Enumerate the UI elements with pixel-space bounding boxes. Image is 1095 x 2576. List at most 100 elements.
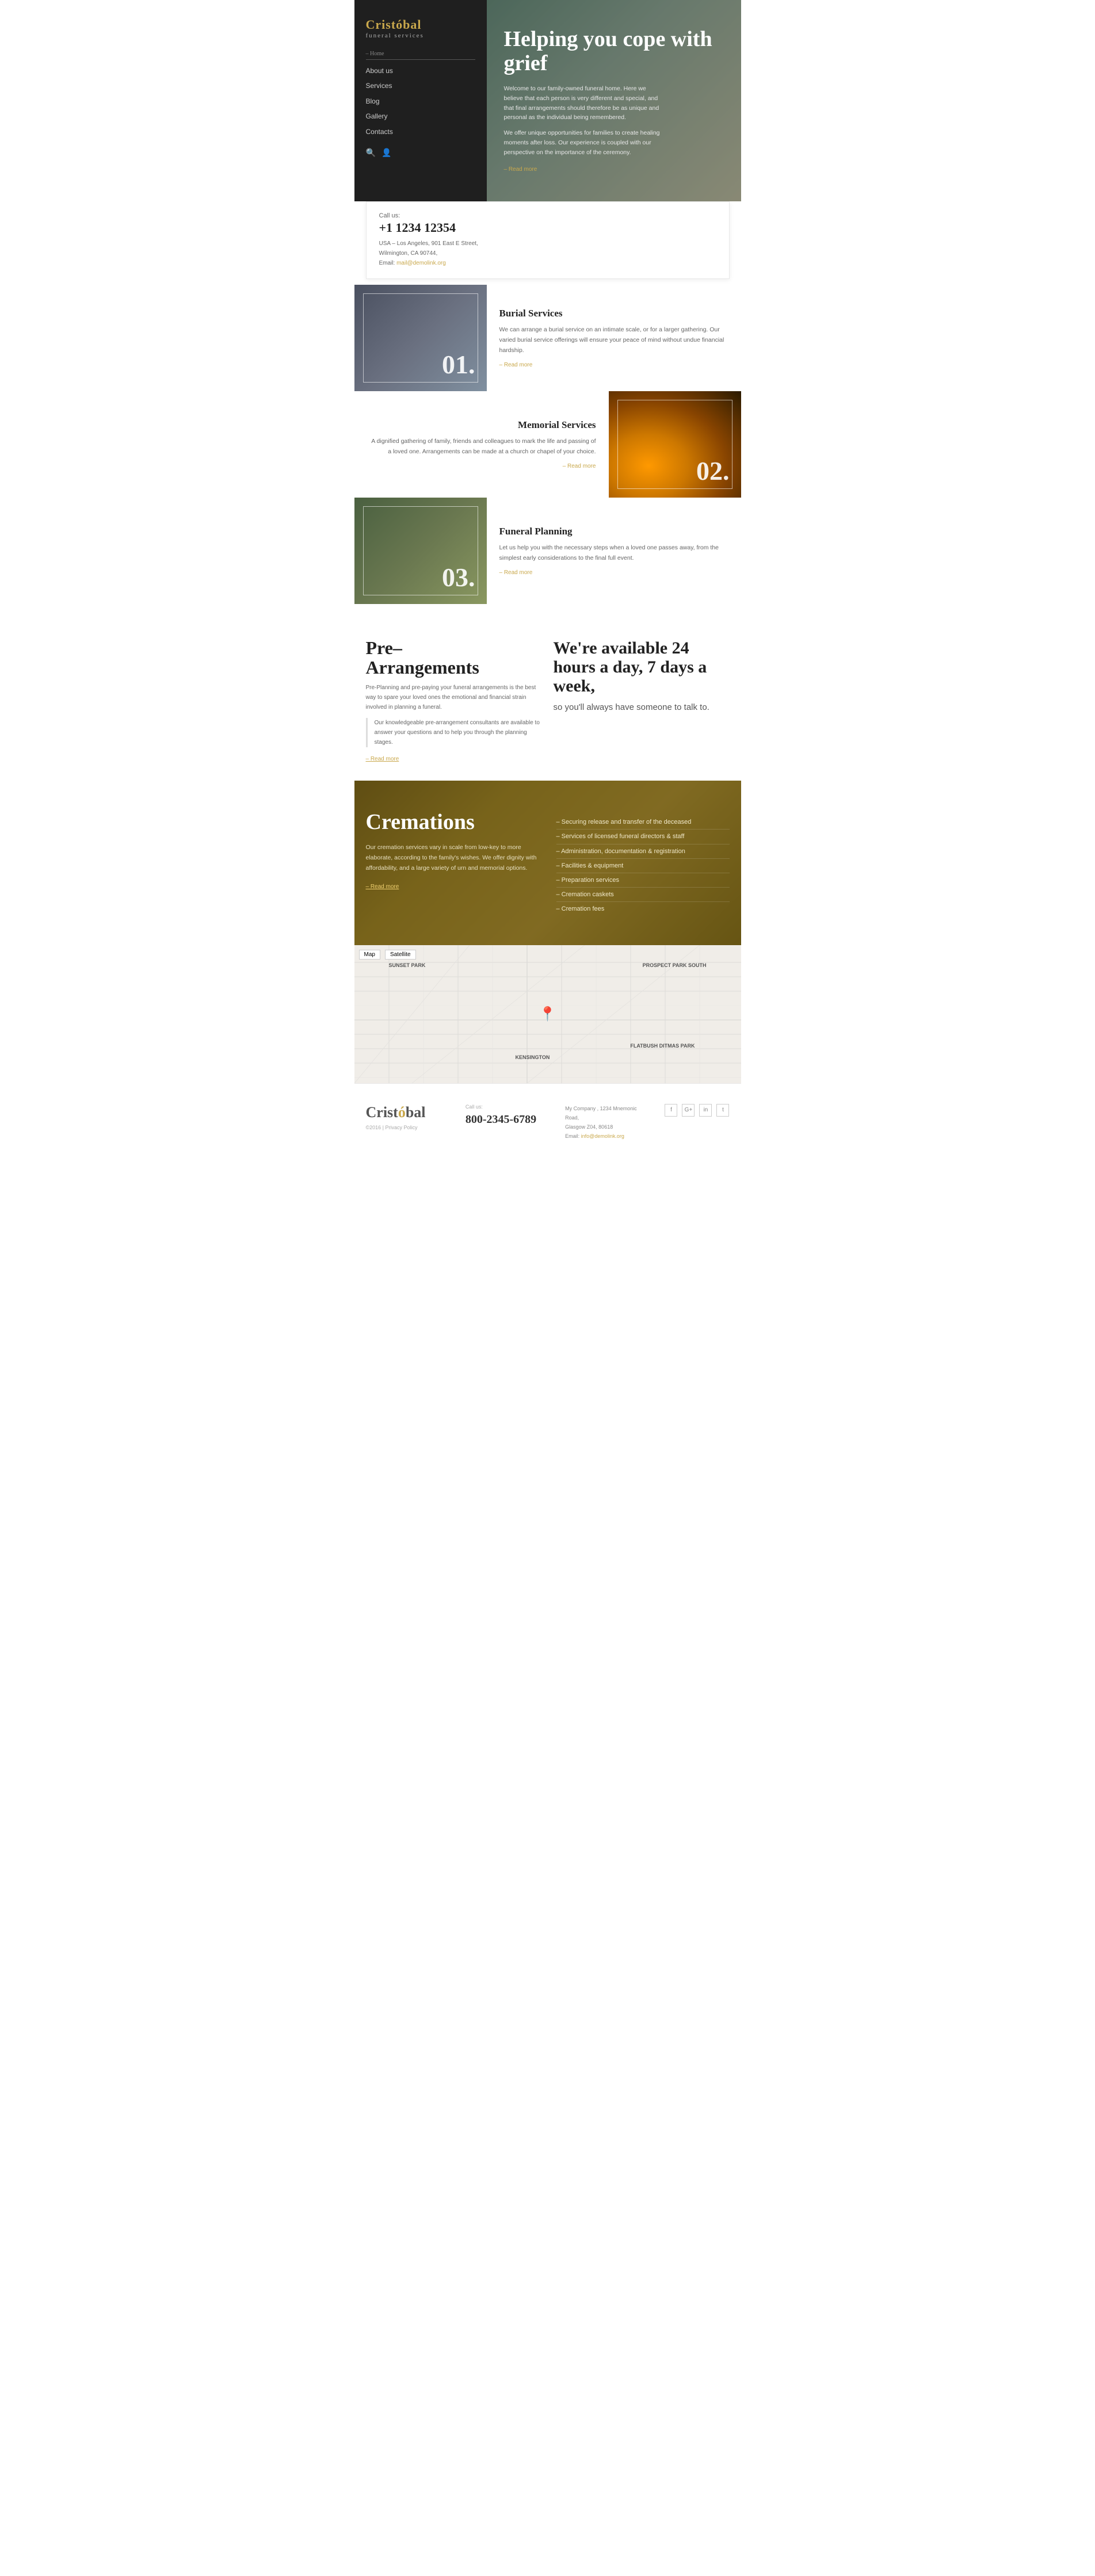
nav-home-label: – Home xyxy=(366,51,475,60)
address-line2: Wilmington, CA 90744, xyxy=(379,250,438,257)
footer-privacy-link[interactable]: Privacy Policy xyxy=(386,1125,418,1130)
map-toggle-map[interactable]: Map xyxy=(359,950,380,960)
map-pin[interactable]: 📍 xyxy=(539,1006,556,1022)
cremations-features-list: – Securing release and transfer of the d… xyxy=(556,815,730,916)
pre-arrangements-para: Pre-Planning and pre-paying your funeral… xyxy=(366,683,542,712)
map-label-kensington: KENSINGTON xyxy=(516,1054,550,1060)
service-row-memorial: 02. Memorial Services A dignified gather… xyxy=(354,391,741,498)
cremations-left: Cremations Our cremation services vary i… xyxy=(366,809,539,916)
pre-arrangements-read-more[interactable]: – Read more xyxy=(366,756,399,762)
footer-email[interactable]: info@demolink.org xyxy=(581,1133,624,1139)
nav-item-contacts[interactable]: Contacts xyxy=(366,124,475,139)
cremations-right: – Securing release and transfer of the d… xyxy=(556,809,730,916)
cremations-feature-2: – Services of licensed funeral directors… xyxy=(556,830,730,844)
logo-tagline: funeral services xyxy=(366,32,475,39)
memorial-service-desc: A dignified gathering of family, friends… xyxy=(367,437,596,457)
hero-para-2: We offer unique opportunities for famili… xyxy=(504,128,665,157)
nav-item-about[interactable]: About us xyxy=(366,63,475,78)
footer-section: Cristóbal ©2016 | Privacy Policy Call us… xyxy=(354,1083,741,1156)
cremations-para: Our cremation services vary in scale fro… xyxy=(366,843,539,874)
twitter-icon[interactable]: t xyxy=(716,1104,729,1117)
nav-search-bar: 🔍 👤 xyxy=(366,148,475,158)
contact-phone[interactable]: +1 1234 12354 xyxy=(379,220,716,235)
burial-read-more[interactable]: – Read more xyxy=(499,362,728,368)
email-label: Email: xyxy=(379,260,395,266)
nav-item-gallery[interactable]: Gallery xyxy=(366,109,475,124)
pre-arrangements-title: Pre– Arrangements xyxy=(366,639,542,677)
contact-box: Call us: +1 1234 12354 USA – Los Angeles… xyxy=(366,201,730,279)
hero-title: Helping you cope with grief xyxy=(504,28,724,76)
footer-address: My Company , 1234 Mnemonic Road, Glasgow… xyxy=(565,1104,647,1141)
nav-item-blog[interactable]: Blog xyxy=(366,94,475,109)
cremations-feature-6: – Cremation caskets xyxy=(556,888,730,902)
footer-logo: Cristóbal xyxy=(366,1104,448,1121)
cremations-feature-7: – Cremation fees xyxy=(556,902,730,916)
address-line1: USA – Los Angeles, 901 East E Street, xyxy=(379,240,478,247)
map-section: Map Satellite SUNSET PARK PROSPECT PARK … xyxy=(354,945,741,1083)
footer-copyright: ©2016 | Privacy Policy xyxy=(366,1125,448,1130)
map-background: Map Satellite SUNSET PARK PROSPECT PARK … xyxy=(354,945,741,1083)
service-row-planning: 03. Funeral Planning Let us help you wit… xyxy=(354,498,741,604)
user-icon[interactable]: 👤 xyxy=(381,148,391,158)
contact-address: USA – Los Angeles, 901 East E Street, Wi… xyxy=(379,239,716,268)
search-icon[interactable]: 🔍 xyxy=(366,148,376,158)
call-label: Call us: xyxy=(379,212,716,219)
map-label-prospect-park: PROSPECT PARK SOUTH xyxy=(643,962,707,968)
burial-service-title: Burial Services xyxy=(499,308,728,319)
burial-service-image: 01. xyxy=(354,285,487,391)
footer-logo-block: Cristóbal ©2016 | Privacy Policy xyxy=(366,1104,448,1130)
map-label-flatbush: FLATBUSH DITMAS PARK xyxy=(630,1043,695,1049)
planning-service-title: Funeral Planning xyxy=(499,526,728,537)
map-toggle-satellite[interactable]: Satellite xyxy=(385,950,416,960)
pre-arrangements-left: Pre– Arrangements Pre-Planning and pre-p… xyxy=(366,639,542,763)
google-plus-icon[interactable]: G+ xyxy=(682,1104,695,1117)
nav-item-services[interactable]: Services xyxy=(366,78,475,93)
burial-service-content: Burial Services We can arrange a burial … xyxy=(487,285,741,391)
linkedin-icon[interactable]: in xyxy=(699,1104,712,1117)
cremations-section: Cremations Our cremation services vary i… xyxy=(354,781,741,945)
pre-arrangements-indent: Our knowledgeable pre-arrangement consul… xyxy=(366,718,542,747)
sidebar: Cristóbal funeral services – Home About … xyxy=(354,0,487,201)
burial-service-desc: We can arrange a burial service on an in… xyxy=(499,325,728,356)
availability-title: We're available 24 hours a day, 7 days a… xyxy=(554,639,730,695)
hero-para-1: Welcome to our family-owned funeral home… xyxy=(504,84,665,123)
pre-arrangements-section: Pre– Arrangements Pre-Planning and pre-p… xyxy=(354,621,741,781)
footer-social-block: f G+ in t xyxy=(665,1104,729,1117)
hero-read-more[interactable]: – Read more xyxy=(504,166,537,173)
cremations-feature-1: – Securing release and transfer of the d… xyxy=(556,815,730,830)
cremations-feature-3: – Administration, documentation & regist… xyxy=(556,844,730,859)
footer-center-block: Call us: 800-2345-6789 xyxy=(466,1104,548,1131)
cremations-feature-5: – Preparation services xyxy=(556,873,730,888)
planning-read-more[interactable]: – Read more xyxy=(499,570,728,576)
pre-title-line1: Pre– xyxy=(366,639,542,658)
map-controls: Map Satellite xyxy=(359,950,416,960)
footer-phone[interactable]: 800-2345-6789 xyxy=(466,1113,548,1126)
memorial-service-image: 02. xyxy=(609,391,741,498)
footer-call-label: Call us: xyxy=(466,1104,548,1110)
footer-social-icons: f G+ in t xyxy=(665,1104,729,1117)
planning-service-image: 03. xyxy=(354,498,487,604)
availability-block: We're available 24 hours a day, 7 days a… xyxy=(554,639,730,763)
services-section: 01. Burial Services We can arrange a bur… xyxy=(354,279,741,621)
contact-email-link[interactable]: mail@demolink.org xyxy=(396,260,446,266)
planning-service-content: Funeral Planning Let us help you with th… xyxy=(487,498,741,604)
service-row-burial: 01. Burial Services We can arrange a bur… xyxy=(354,285,741,391)
cremations-read-more[interactable]: – Read more xyxy=(366,884,399,890)
logo-text: Cristóbal xyxy=(366,17,422,32)
service-number-1: 01. xyxy=(442,349,475,380)
planning-service-desc: Let us help you with the necessary steps… xyxy=(499,543,728,564)
map-label-sunset-park: SUNSET PARK xyxy=(389,962,426,968)
logo[interactable]: Cristóbal xyxy=(366,17,475,32)
availability-subtitle: so you'll always have someone to talk to… xyxy=(554,701,730,714)
memorial-service-title: Memorial Services xyxy=(367,419,596,431)
hero-background: Helping you cope with grief Welcome to o… xyxy=(487,0,741,201)
header-section: Cristóbal funeral services – Home About … xyxy=(354,0,741,201)
hero-text: Helping you cope with grief Welcome to o… xyxy=(504,28,724,173)
cremations-feature-4: – Facilities & equipment xyxy=(556,859,730,873)
cremations-title: Cremations xyxy=(366,809,539,835)
memorial-service-content: Memorial Services A dignified gathering … xyxy=(354,391,609,498)
facebook-icon[interactable]: f xyxy=(665,1104,677,1117)
memorial-read-more[interactable]: – Read more xyxy=(367,463,596,469)
pre-title-line2: Arrangements xyxy=(366,658,542,678)
service-number-2: 02. xyxy=(696,456,730,486)
